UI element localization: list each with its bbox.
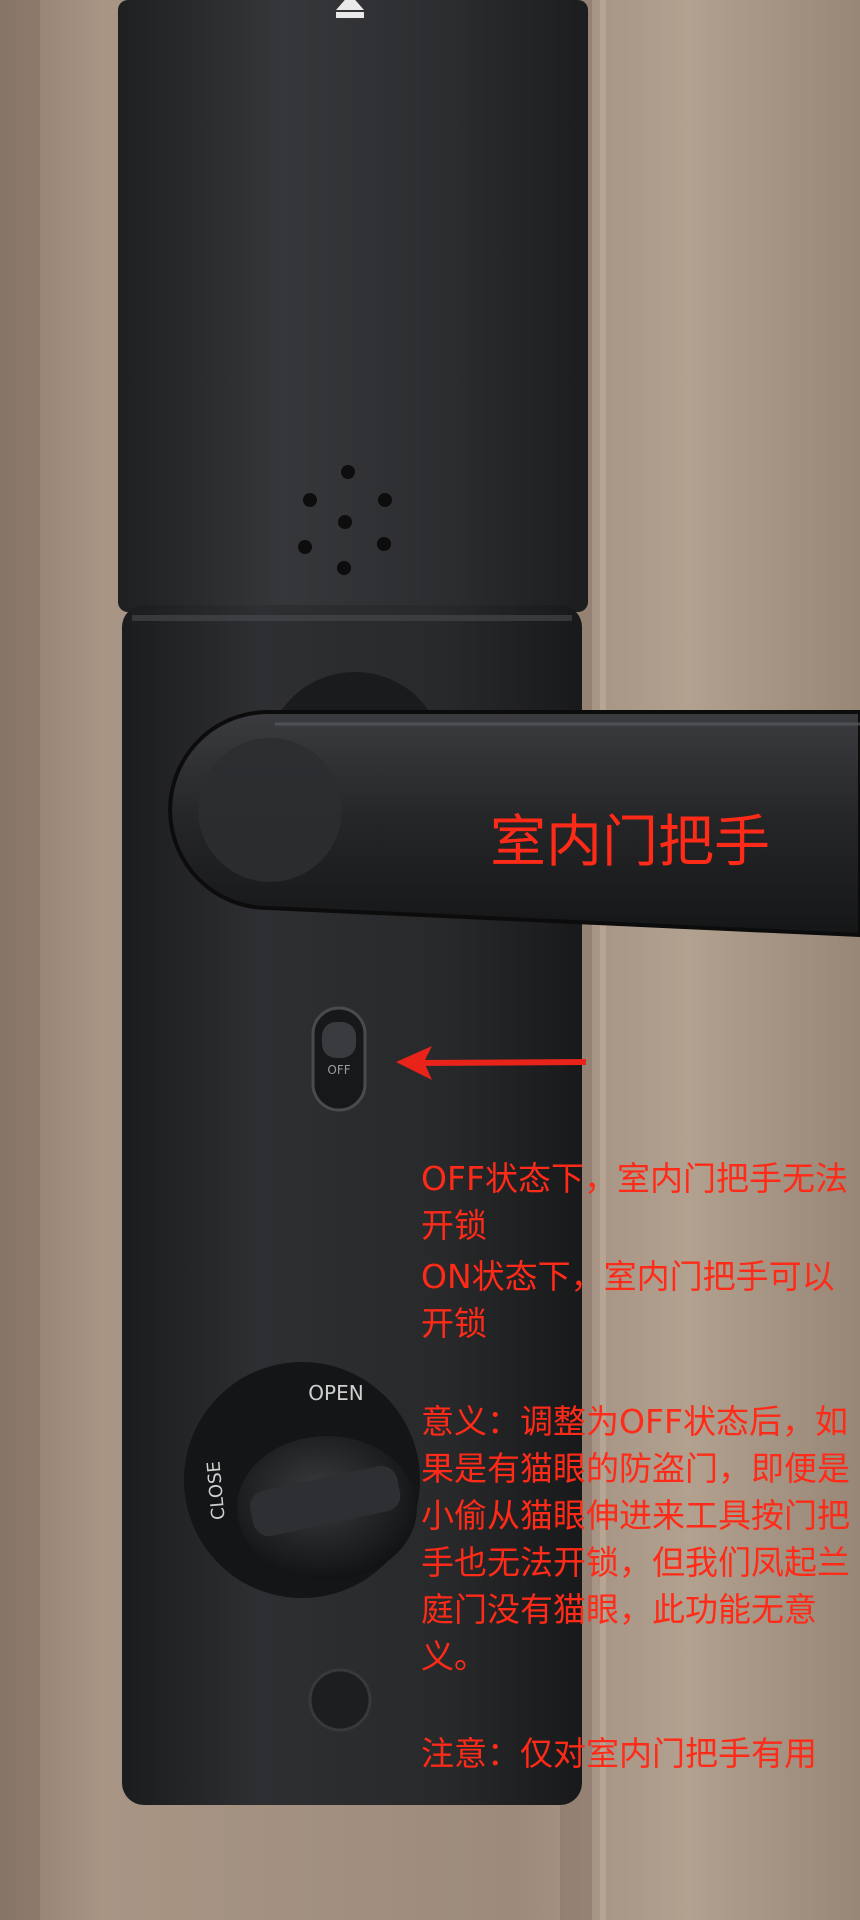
on-state-note: ON状态下，室内门把手可以开锁	[421, 1257, 835, 1343]
off-state-note: OFF状态下，室内门把手无法开锁	[421, 1159, 848, 1245]
handle-end-cap	[198, 738, 342, 882]
lock-upper-panel	[118, 0, 588, 612]
attention-note: 注意：仅对室内门把手有用	[421, 1734, 817, 1773]
knob-open-marking: OPEN	[308, 1381, 363, 1405]
switch-slider-knob	[322, 1022, 356, 1058]
meaning-note: 意义：调整为OFF状态后，如果是有猫眼的防盗门，即便是小偷从猫眼伸进来工具按门把…	[421, 1402, 850, 1676]
door-left-shadow	[0, 0, 40, 1920]
arrow-marker-bar	[336, 12, 364, 18]
lower-panel-bevel	[132, 615, 572, 621]
switch-off-marking: OFF	[327, 1063, 350, 1077]
keyhole-cover-icon	[308, 1668, 372, 1732]
red-arrow-line	[414, 1059, 587, 1066]
handle-label: 室内门把手	[490, 810, 770, 875]
